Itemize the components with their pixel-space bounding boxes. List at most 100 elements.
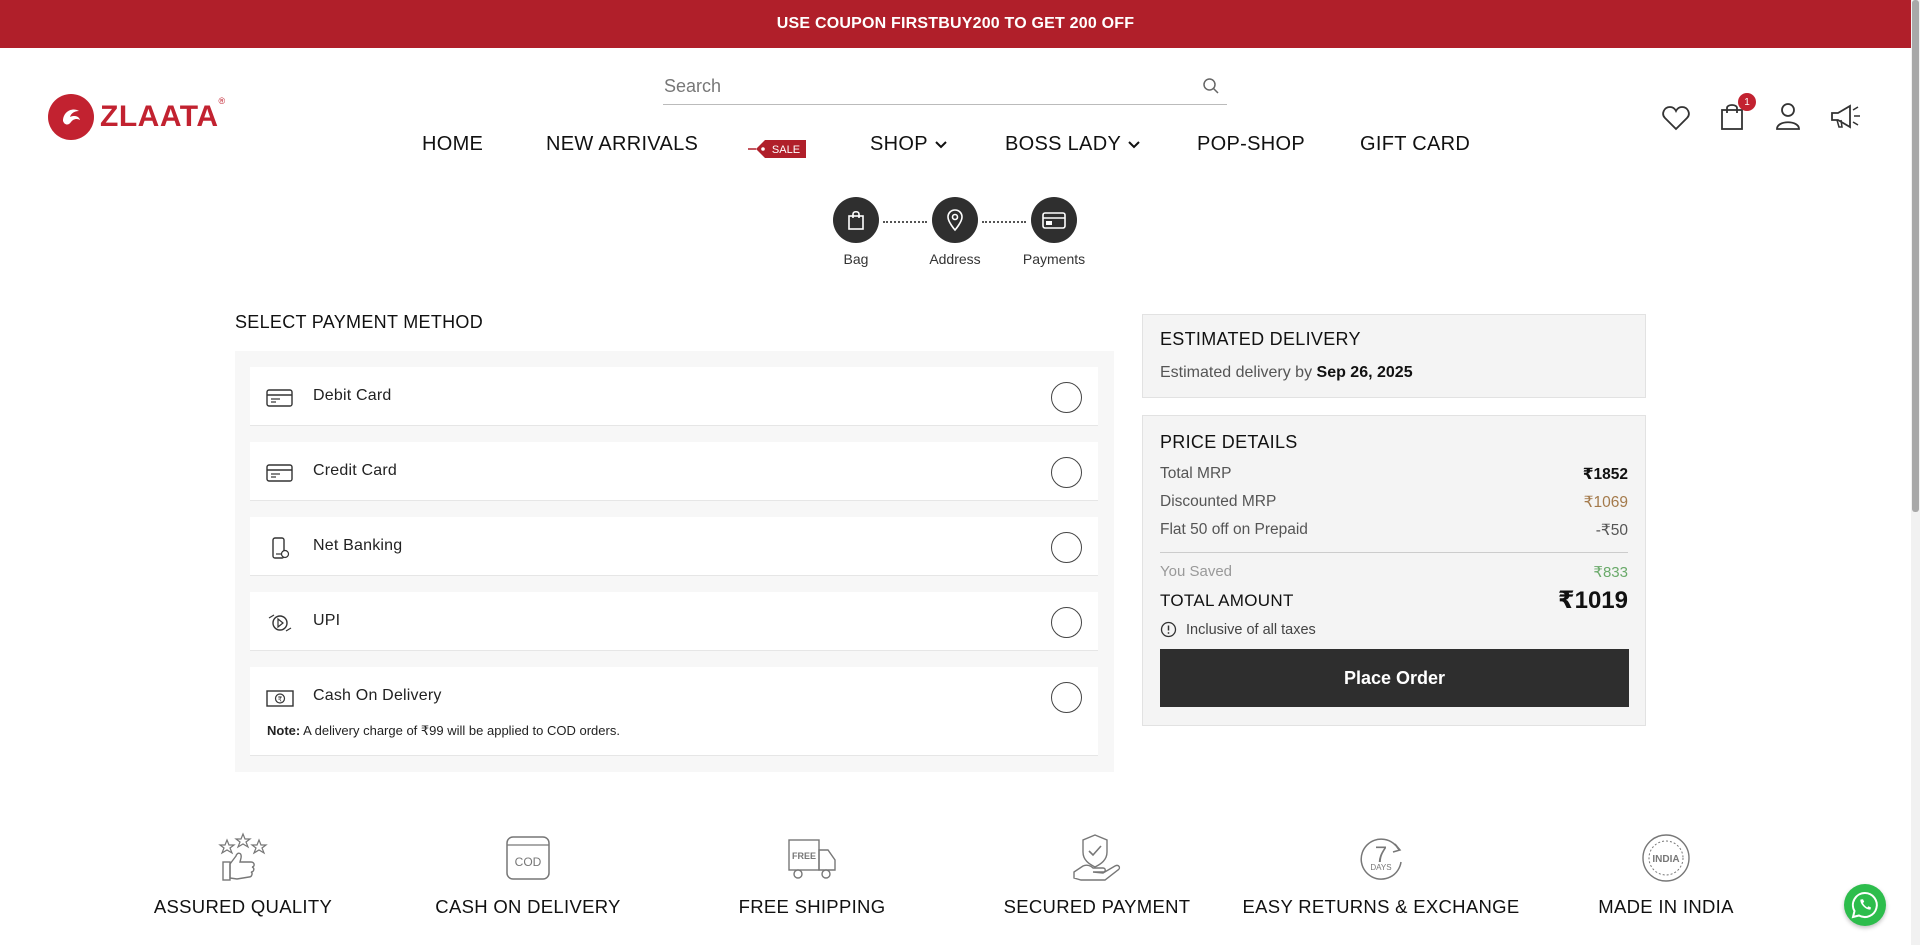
search-bar	[663, 68, 1227, 105]
payment-option-credit-card[interactable]: Credit Card	[250, 442, 1098, 501]
tax-note: Inclusive of all taxes	[1160, 621, 1316, 638]
step-address[interactable]: Address	[915, 197, 995, 267]
step-connector	[982, 221, 1026, 223]
payment-radio-debit-card[interactable]	[1051, 382, 1082, 413]
nav-item-shop[interactable]: SHOP	[870, 133, 949, 156]
seven-days-icon: 7 DAYS	[1360, 838, 1402, 880]
net-banking-icon	[272, 537, 290, 559]
payment-option-label: Cash On Delivery	[313, 687, 442, 704]
credit-card-icon	[266, 464, 293, 482]
nav-item-home[interactable]: HOME	[422, 133, 483, 156]
brand-name: ZLAATA	[100, 100, 219, 133]
feature-label: EASY RETURNS & EXCHANGE	[1242, 896, 1520, 917]
whatsapp-chat-button[interactable]	[1844, 884, 1886, 926]
feature-label: FREE SHIPPING	[738, 896, 886, 917]
payment-option-cash-on-delivery[interactable]: ₹ Cash On Delivery Note: A delivery char…	[250, 667, 1098, 756]
cart-count-badge: 1	[1738, 93, 1756, 111]
cod-note-label: Note:	[267, 723, 301, 738]
feature-free-shipping: FREE FREE SHIPPING	[667, 832, 957, 918]
payment-radio-credit-card[interactable]	[1051, 457, 1082, 488]
nav-item-boss-lady[interactable]: BOSS LADY	[1005, 133, 1142, 156]
estimated-delivery-panel: ESTIMATED DELIVERY Estimated delivery by…	[1142, 314, 1646, 398]
whatsapp-icon	[1851, 891, 1878, 919]
registered-mark: ®	[218, 96, 226, 106]
heart-icon[interactable]	[1660, 102, 1692, 134]
feature-label: MADE IN INDIA	[1598, 896, 1734, 917]
india-icon-text: INDIA	[1652, 854, 1679, 865]
nav-item-label: SHOP	[870, 133, 928, 155]
feature-cash-on-delivery: COD CASH ON DELIVERY	[383, 832, 673, 918]
nav-item-pop-shop[interactable]: POP-SHOP	[1197, 133, 1305, 156]
price-details-title: PRICE DETAILS	[1160, 432, 1298, 452]
cash-icon: ₹	[266, 690, 294, 707]
nav-item-sale[interactable]: SALE	[748, 137, 808, 161]
you-saved-row: You Saved ₹833	[1160, 563, 1628, 581]
total-mrp-label: Total MRP	[1160, 465, 1232, 482]
you-saved-label: You Saved	[1160, 563, 1233, 580]
nav-item-label: HOME	[422, 133, 484, 155]
chevron-down-icon	[1128, 140, 1140, 148]
svg-text:₹: ₹	[278, 696, 283, 704]
discounted-mrp-value: ₹1069	[1583, 494, 1628, 511]
debit-card-icon	[266, 389, 293, 407]
delivery-truck-icon: FREE	[788, 839, 836, 879]
cod-note-text: A delivery charge of ₹99 will be applied…	[300, 723, 620, 738]
discounted-mrp-row: Discounted MRP ₹1069	[1160, 493, 1628, 512]
nav-item-gift-card[interactable]: GIFT CARD	[1360, 133, 1470, 156]
search-icon[interactable]	[1201, 76, 1221, 96]
payment-radio-net-banking[interactable]	[1051, 532, 1082, 563]
feature-label: ASSURED QUALITY	[153, 896, 333, 917]
feature-made-in-india: INDIA MADE IN INDIA	[1521, 832, 1811, 918]
megaphone-icon[interactable]	[1828, 100, 1864, 132]
days-icon-text: DAYS	[1370, 863, 1391, 872]
delivery-estimate: Estimated delivery by Sep 26, 2025	[1160, 364, 1413, 382]
delivery-date: Sep 26, 2025	[1316, 364, 1413, 381]
payment-option-upi[interactable]: UPI	[250, 592, 1098, 651]
feature-assured-quality: ASSURED QUALITY	[98, 832, 388, 918]
total-mrp-row: Total MRP ₹1852	[1160, 465, 1628, 484]
prepaid-discount-value: -₹50	[1595, 522, 1628, 539]
place-order-button[interactable]: Place Order	[1160, 649, 1629, 707]
payment-radio-upi[interactable]	[1051, 607, 1082, 638]
prepaid-discount-label: Flat 50 off on Prepaid	[1160, 521, 1308, 538]
promo-text: USE COUPON FIRSTBUY200 TO GET 200 OFF	[776, 15, 1135, 32]
step-label: Bag	[843, 251, 869, 267]
payment-section-title: SELECT PAYMENT METHOD	[235, 312, 484, 332]
user-icon[interactable]	[1772, 100, 1804, 132]
info-icon	[1160, 621, 1177, 638]
map-pin-icon	[932, 197, 978, 243]
upi-icon	[268, 614, 292, 632]
payment-option-debit-card[interactable]: Debit Card	[250, 367, 1098, 426]
sale-tag-label: SALE	[772, 144, 800, 156]
nav-item-label: NEW ARRIVALS	[546, 133, 699, 155]
delivery-title: ESTIMATED DELIVERY	[1160, 329, 1361, 349]
payment-option-label: Credit Card	[313, 462, 398, 479]
total-amount-value: ₹1019	[1557, 587, 1628, 614]
cod-icon-text: COD	[515, 855, 542, 869]
chevron-down-icon	[935, 140, 947, 148]
tax-note-text: Inclusive of all taxes	[1186, 621, 1316, 638]
payment-option-net-banking[interactable]: Net Banking	[250, 517, 1098, 576]
nav-item-label: BOSS LADY	[1005, 133, 1122, 155]
step-bag[interactable]: Bag	[816, 197, 896, 267]
scrollbar-thumb[interactable]	[1912, 0, 1919, 512]
price-divider	[1160, 552, 1628, 553]
feature-label: SECURED PAYMENT	[1003, 896, 1191, 917]
payment-card-icon	[1031, 197, 1077, 243]
search-input[interactable]	[663, 75, 1201, 97]
nav-item-label: GIFT CARD	[1360, 133, 1471, 155]
thumbs-up-stars-icon	[218, 832, 268, 881]
payment-option-label: Net Banking	[313, 537, 403, 554]
step-payments[interactable]: Payments	[1014, 197, 1094, 267]
nav-item-label: POP-SHOP	[1197, 133, 1305, 155]
secure-payment-icon	[1073, 834, 1121, 881]
cod-note: Note: A delivery charge of ₹99 will be a…	[267, 723, 620, 739]
step-connector	[883, 221, 927, 223]
promo-banner: USE COUPON FIRSTBUY200 TO GET 200 OFF	[0, 0, 1911, 48]
delivery-prefix: Estimated delivery by	[1160, 364, 1313, 381]
shopping-bag-icon	[833, 197, 879, 243]
payment-radio-cash-on-delivery[interactable]	[1051, 682, 1082, 713]
payment-methods-panel: Debit Card Credit Card Net Banking UPI ₹…	[235, 351, 1114, 772]
payment-option-label: UPI	[313, 612, 341, 629]
nav-item-new-arrivals[interactable]: NEW ARRIVALS	[546, 133, 698, 156]
